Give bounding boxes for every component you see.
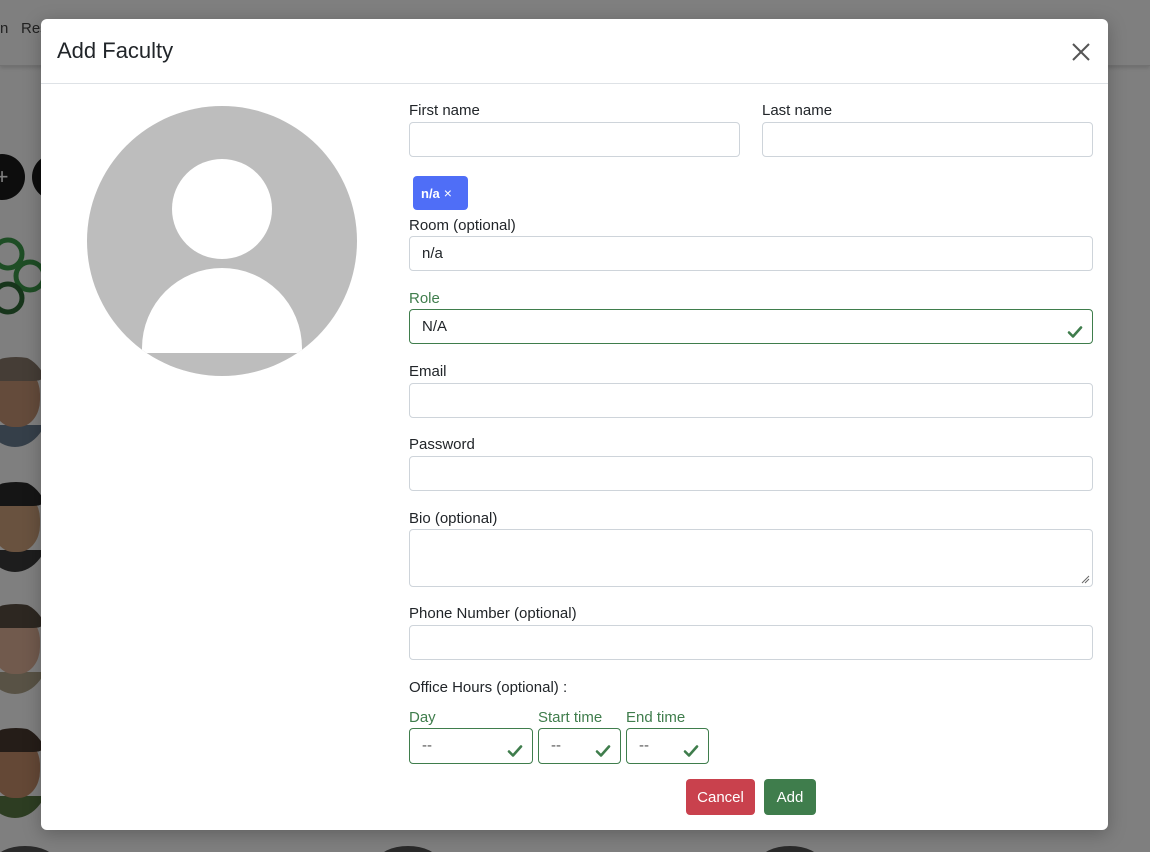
phone-input[interactable] [409, 625, 1093, 660]
first-name-input[interactable] [409, 122, 740, 157]
check-icon [507, 738, 523, 757]
profile-photo-placeholder[interactable] [87, 106, 357, 376]
last-name-label: Last name [762, 102, 833, 119]
end-time-label: End time [626, 709, 686, 726]
modal-title: Add Faculty [57, 38, 174, 63]
office-hours-label: Office Hours (optional) : [409, 679, 568, 696]
role-select[interactable]: N/A [409, 309, 1093, 344]
avatar-head-shape [172, 159, 272, 259]
remove-tag-icon[interactable]: × [444, 185, 452, 201]
add-button[interactable]: Add [764, 779, 816, 815]
end-time-value: -- [639, 737, 649, 754]
email-input[interactable] [409, 383, 1093, 418]
bio-textarea[interactable] [409, 529, 1093, 587]
password-input[interactable] [409, 456, 1093, 491]
day-select[interactable]: -- [409, 728, 533, 764]
end-time-select[interactable]: -- [626, 728, 709, 764]
role-label: Role [409, 290, 440, 307]
role-value: N/A [422, 318, 448, 335]
close-icon [1072, 43, 1090, 61]
resize-handle-icon[interactable] [1080, 574, 1090, 584]
bio-label: Bio (optional) [409, 510, 498, 527]
start-time-label: Start time [538, 709, 603, 726]
room-tag-label: n/a [421, 185, 440, 201]
first-name-label: First name [409, 102, 480, 119]
room-tag: n/a × [413, 176, 468, 210]
day-label: Day [409, 709, 436, 726]
room-label: Room (optional) [409, 217, 516, 234]
cancel-button[interactable]: Cancel [686, 779, 755, 815]
email-label: Email [409, 363, 447, 380]
close-button[interactable] [1066, 37, 1096, 67]
password-label: Password [409, 436, 475, 453]
start-time-value: -- [551, 737, 561, 754]
phone-label: Phone Number (optional) [409, 605, 577, 622]
last-name-input[interactable] [762, 122, 1093, 157]
room-input[interactable]: n/a [409, 236, 1093, 271]
start-time-select[interactable]: -- [538, 728, 621, 764]
check-icon [1067, 319, 1083, 338]
modal-header: Add Faculty [41, 19, 1108, 84]
day-value: -- [422, 737, 432, 754]
avatar-body-shape [142, 268, 302, 353]
add-faculty-modal: Add Faculty First name Last name n/a × R… [41, 19, 1108, 830]
check-icon [595, 738, 611, 757]
check-icon [683, 738, 699, 757]
